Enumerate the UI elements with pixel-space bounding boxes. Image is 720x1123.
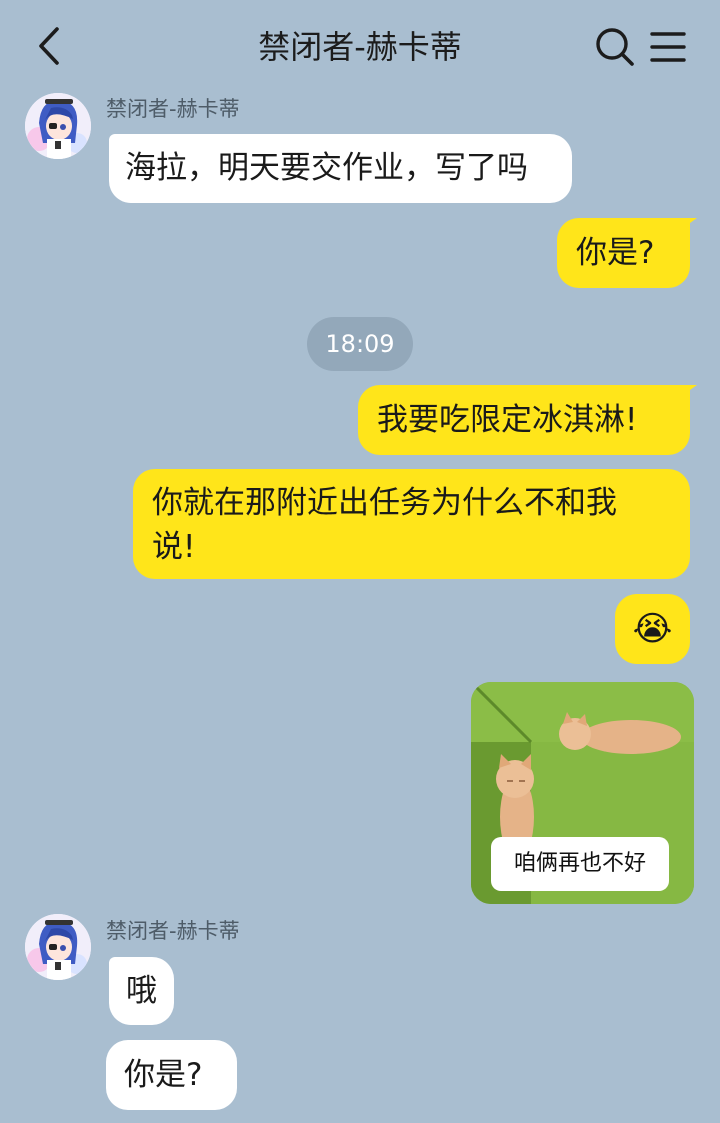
message-text: 你是?: [576, 235, 655, 271]
chat-header: 禁闭者-赫卡蒂: [0, 0, 720, 95]
message-bubble-incoming[interactable]: 海拉，明天要交作业，写了吗: [109, 134, 572, 203]
message-text: 你是?: [124, 1057, 203, 1093]
chat-screen: 禁闭者-赫卡蒂 禁闭者-赫卡蒂 海拉，明天要交作业，写了吗 你是? 18:09 …: [0, 0, 720, 1123]
bubble-tail: [683, 218, 697, 228]
avatar[interactable]: [25, 93, 91, 159]
message-bubble-outgoing[interactable]: 你是?: [557, 218, 697, 288]
search-button[interactable]: [594, 26, 636, 68]
message-text: 你就在那附近出任务为什么不和我说!: [152, 485, 617, 565]
message-text: 海拉，明天要交作业，写了吗: [125, 150, 528, 186]
avatar[interactable]: [25, 914, 91, 980]
sender-name: 禁闭者-赫卡蒂: [106, 919, 240, 943]
message-bubble-incoming[interactable]: 你是?: [106, 1040, 237, 1110]
message-text: 哦: [126, 973, 157, 1009]
search-icon: [596, 28, 634, 66]
bubble-tail: [683, 385, 697, 395]
message-bubble-outgoing[interactable]: 我要吃限定冰淇淋!: [358, 385, 697, 455]
sender-name: 禁闭者-赫卡蒂: [106, 97, 240, 121]
message-bubble-outgoing[interactable]: 😭: [615, 594, 690, 664]
avatar-character-image: [25, 914, 91, 980]
crying-emoji: 😭: [632, 609, 673, 649]
timestamp-divider: 18:09: [307, 317, 413, 371]
avatar-character-image: [25, 93, 91, 159]
sticker-message[interactable]: 咱俩再也不好: [471, 682, 694, 904]
sticker-caption: 咱俩再也不好: [491, 837, 669, 891]
message-bubble-outgoing[interactable]: 你就在那附近出任务为什么不和我说!: [133, 469, 690, 579]
message-bubble-incoming[interactable]: 哦: [109, 957, 174, 1025]
message-text: 我要吃限定冰淇淋!: [377, 402, 638, 438]
menu-icon: [650, 32, 686, 62]
menu-button[interactable]: [648, 28, 688, 66]
